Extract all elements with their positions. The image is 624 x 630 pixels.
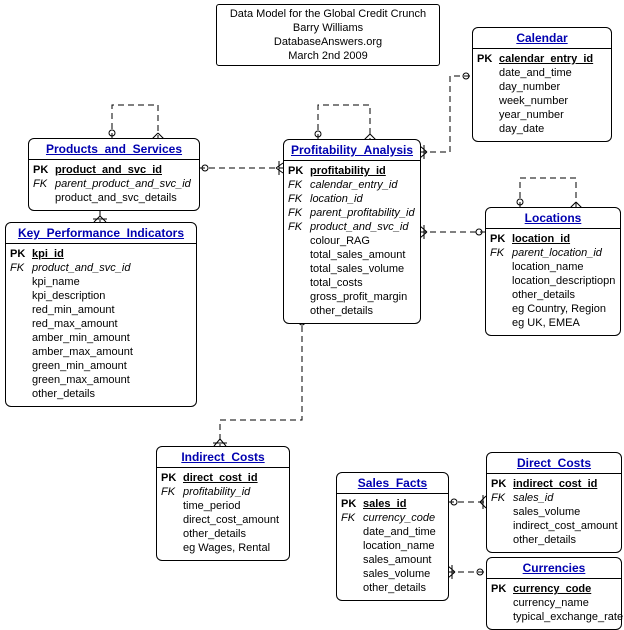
entity-products-services: Products_and_Services PKproduct_and_svc_… <box>28 138 200 211</box>
entity-currencies: Currencies PKcurrency_code currency_name… <box>486 557 622 630</box>
entity-sales-facts: Sales_Facts PKsales_id FKcurrency_code d… <box>336 472 449 601</box>
entity-title: Profitability_Analysis <box>284 140 420 161</box>
entity-title: Direct_Costs <box>487 453 621 474</box>
entity-locations: Locations PKlocation_id FKparent_locatio… <box>485 207 621 336</box>
entity-title: Locations <box>486 208 620 229</box>
entity-direct-costs: Direct_Costs PKindirect_cost_id FKsales_… <box>486 452 622 553</box>
entity-title: Indirect_Costs <box>157 447 289 468</box>
entity-profitability: Profitability_Analysis PKprofitability_i… <box>283 139 421 324</box>
entity-title: Products_and_Services <box>29 139 199 160</box>
entity-indirect-costs: Indirect_Costs PKdirect_cost_id FKprofit… <box>156 446 290 561</box>
entity-title: Key_Performance_Indicators <box>6 223 196 244</box>
entity-title: Sales_Facts <box>337 473 448 494</box>
entity-kpi: Key_Performance_Indicators PKkpi_id FKpr… <box>5 222 197 407</box>
entity-title: Calendar <box>473 28 611 49</box>
entity-calendar: Calendar PKcalendar_entry_id date_and_ti… <box>472 27 612 142</box>
entity-title: Currencies <box>487 558 621 579</box>
